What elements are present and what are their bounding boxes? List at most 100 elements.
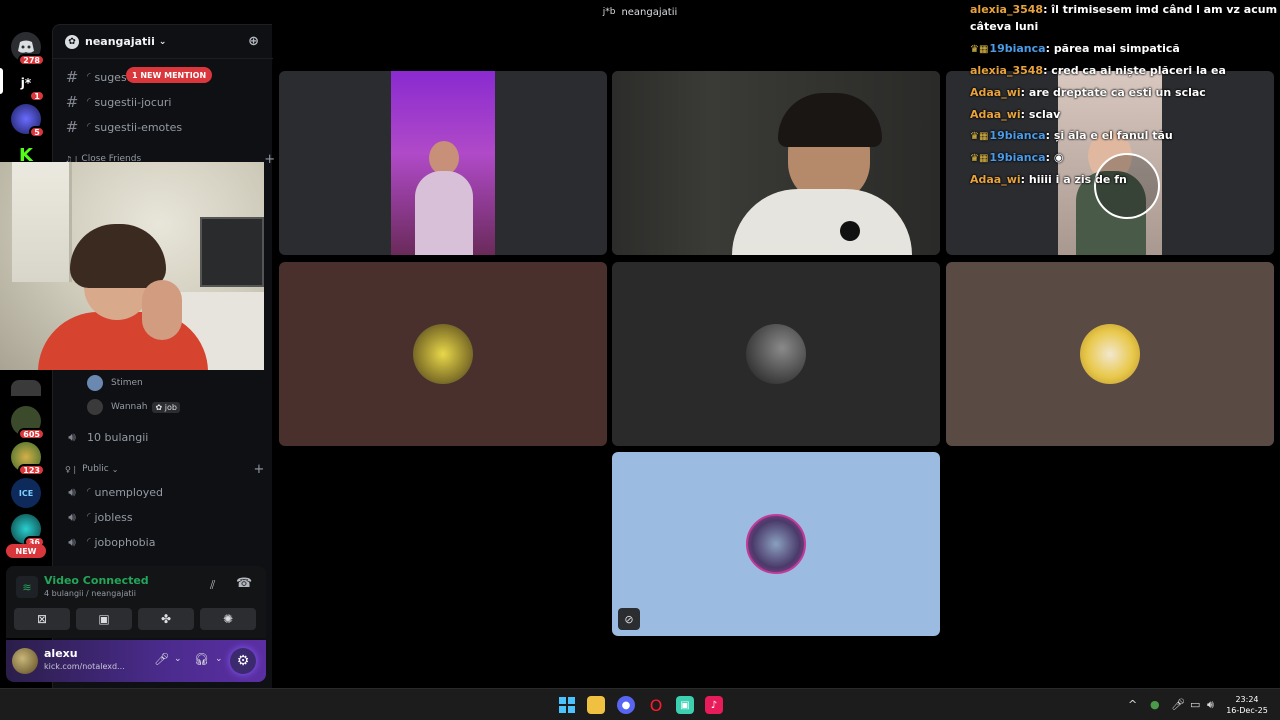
speaker-icon: 🔊︎	[68, 509, 76, 524]
chat-username: alexia_3548	[970, 64, 1044, 77]
screen-share-button[interactable]: ▣	[76, 608, 132, 630]
voice-user-stimen[interactable]: Stimen ⊘ ⊘	[87, 374, 311, 392]
server-icon-ice[interactable]: ICE	[11, 478, 41, 508]
camera-off-button[interactable]: ⊠	[14, 608, 70, 630]
volume-icon[interactable]: 🔊︎	[1207, 698, 1214, 712]
guild-name: neangajatii	[85, 35, 155, 48]
webcam-monitor	[200, 217, 264, 287]
server-tag-label: job	[164, 402, 177, 412]
chat-message: ♛▦19bianca: și ăla e el fanul tău	[970, 129, 1173, 142]
window-title: neangajatii	[621, 6, 678, 18]
create-channel-icon[interactable]: +	[264, 152, 275, 167]
video-person-face	[429, 141, 459, 175]
thread-icon: ◜	[87, 512, 91, 522]
connection-signal-icon[interactable]: ≋	[16, 576, 38, 598]
hashtag-icon: #	[65, 93, 79, 111]
category-public[interactable]: ♀ | Public ⌄ +	[65, 462, 264, 477]
chat-username: 19bianca	[989, 151, 1046, 164]
tiktok-icon[interactable]: ♪	[705, 696, 723, 714]
video-tile-2[interactable]	[612, 71, 940, 255]
headphones-icon[interactable]: 🎧︎	[194, 652, 209, 666]
guild-title-icon: j*b	[602, 7, 616, 17]
chat-username: Adaa_wi	[970, 108, 1021, 121]
chevron-down-icon: ⌄	[111, 464, 119, 474]
server-icon-galaxy[interactable]: 5	[11, 104, 45, 138]
thread-icon: ◜	[87, 537, 91, 547]
chat-message: Adaa_wi: sclav	[970, 108, 1061, 121]
new-unread-pill[interactable]: NEW	[6, 544, 46, 558]
discord-logo-icon	[18, 40, 34, 53]
server-icon-painting[interactable]: 123	[11, 442, 45, 476]
voice-channel-jobless[interactable]: 🔊︎ ◜ jobless	[65, 508, 132, 526]
user-custom-status: kick.com/notalexd...	[44, 662, 125, 671]
invite-people-icon[interactable]: ⊕	[248, 34, 259, 49]
audio-options-chevron-icon[interactable]: ⌄	[215, 654, 223, 664]
soundboard-icon: ✺	[222, 612, 234, 626]
clock-time: 23:24	[1235, 695, 1259, 704]
connection-status[interactable]: Video Connected	[44, 574, 149, 587]
server-icon-partial[interactable]	[11, 380, 41, 396]
user-avatar[interactable]	[12, 648, 38, 674]
chevron-down-icon: ⌄	[158, 36, 167, 47]
voice-channel-unemployed[interactable]: 🔊︎ ◜ unemployed	[65, 483, 163, 501]
speaker-icon: 🔊︎	[68, 484, 76, 499]
microphone-tray-icon[interactable]: 🎤︎	[1171, 698, 1185, 711]
system-clock[interactable]: 23:24 16-Dec-25	[1222, 694, 1272, 716]
video-feed-purple-room	[391, 71, 495, 255]
soundboard-button[interactable]: ✺	[200, 608, 256, 630]
user-name[interactable]: alexu	[44, 647, 78, 660]
video-tile-1[interactable]	[279, 71, 607, 255]
server-icon-neangajatii[interactable]: j* 1	[11, 68, 45, 102]
server-glyph: j*	[20, 76, 32, 90]
microphone-icon[interactable]: 🎤︎	[154, 652, 169, 666]
channel-sugestii-emotes[interactable]: # ◜ sugestii-emotes	[65, 118, 182, 136]
user-settings-gear-icon[interactable]: ⚙	[230, 648, 256, 674]
thread-icon: ◜	[87, 97, 91, 107]
headset-mic-icon	[840, 221, 860, 241]
noise-suppression-icon[interactable]: ⫽	[210, 578, 215, 593]
server-icon-game[interactable]: 605	[11, 406, 45, 440]
windows-start-icon[interactable]	[558, 696, 576, 714]
chat-text: și ăla e el fanul tău	[1053, 129, 1173, 142]
hashtag-icon: #	[65, 68, 79, 86]
network-icon[interactable]: ▭	[1190, 698, 1200, 711]
chat-message: ♛▦19bianca: părea mai simpatică	[970, 42, 1180, 55]
discord-window: j*b neangajatii 278 j* 1 5 K 605 123 ICE…	[0, 0, 1280, 720]
connection-channel[interactable]: 4 bulangii / neangajatii	[44, 589, 136, 598]
voice-channel-10-bulangii[interactable]: 🔊︎ 10 bulangii	[65, 428, 148, 446]
create-channel-icon[interactable]: +	[254, 462, 265, 477]
server-icon-teal[interactable]: 36	[11, 514, 45, 548]
webcam-person-hand	[142, 280, 182, 340]
chat-text: sclav	[1028, 108, 1061, 121]
discord-taskbar-icon[interactable]: ●	[617, 696, 635, 714]
channel-label: sugestii-jocuri	[94, 95, 172, 109]
voice-connection-panel: ≋ Video Connected 4 bulangii / neangajat…	[6, 566, 266, 638]
chat-message: Adaa_wi: are dreptate ca esti un sclac	[970, 86, 1206, 99]
disconnect-icon[interactable]: ☎	[236, 576, 252, 591]
streamer-webcam	[0, 162, 264, 370]
thread-icon: ◜	[87, 122, 91, 132]
app-taskbar-icon[interactable]: ▣	[676, 696, 694, 714]
camera-off-icon[interactable]: ⊘	[618, 608, 640, 630]
voice-user-name: Stimen	[111, 378, 143, 388]
direct-messages-icon[interactable]: 278	[11, 32, 45, 66]
chat-username: Adaa_wi	[970, 173, 1021, 186]
activities-button[interactable]: ✤	[138, 608, 194, 630]
video-tile-5[interactable]	[612, 262, 940, 446]
mic-options-chevron-icon[interactable]: ⌄	[174, 654, 182, 664]
channel-sugestii-jocuri[interactable]: # ◜ sugestii-jocuri	[65, 93, 172, 111]
new-mention-pill[interactable]: 1 NEW MENTION	[126, 67, 213, 83]
activities-icon: ✤	[160, 612, 172, 626]
video-tile-7[interactable]: ⊘	[612, 452, 940, 636]
voice-user-wannah[interactable]: Wannah ✿ job ■	[87, 398, 326, 416]
voice-channel-jobophobia[interactable]: 🔊︎ ◜ jobophobia	[65, 533, 155, 551]
tray-app-icon[interactable]: ●	[1150, 698, 1160, 711]
video-tile-4[interactable]	[279, 262, 607, 446]
category-icon: ♀ |	[65, 464, 77, 474]
guild-header[interactable]: ✿ neangajatii ⌄ ⊕	[53, 25, 273, 59]
show-hidden-icons-icon[interactable]: ^	[1128, 698, 1137, 711]
file-explorer-icon[interactable]	[587, 696, 605, 714]
video-tile-6[interactable]	[946, 262, 1274, 446]
opera-icon[interactable]: O	[647, 696, 665, 715]
avatar	[87, 399, 103, 415]
